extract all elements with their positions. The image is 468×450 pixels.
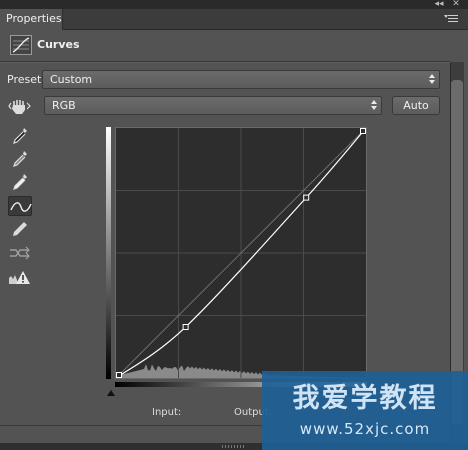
curve-control-point[interactable] [360,128,366,134]
curves-adjustment-icon [10,35,32,55]
preset-label: Preset: [7,73,46,86]
curves-graph[interactable] [115,127,367,379]
curves-svg [116,128,366,378]
edit-points-curve-icon [10,202,32,212]
sample-black-point-eyedropper-icon [13,128,27,144]
dropdown-arrows-icon [371,100,378,111]
panel-menu-icon[interactable] [444,13,460,25]
watermark-url: www.52xjc.com [299,420,431,438]
on-image-adjust-tool[interactable] [8,97,32,117]
panel-top-strip [0,0,468,9]
output-gradient-bar [106,127,111,379]
tab-properties-label: Properties [6,12,62,25]
dropdown-arrows-icon [429,74,436,85]
sample-gray-point-eyedropper-icon [13,151,27,167]
edit-points-tool[interactable] [8,196,32,216]
panel-title: Curves [37,38,80,51]
tab-properties[interactable]: Properties [0,9,63,30]
channel-value: RGB [52,99,76,112]
channel-dropdown[interactable]: RGB [44,96,382,115]
gray-point-eyedropper[interactable] [8,149,32,169]
input-label: Input: [152,407,182,418]
on-image-adjust-icon [8,100,31,114]
curve-control-point[interactable] [116,372,122,378]
curve-control-point[interactable] [182,324,189,331]
preset-value: Custom [50,73,93,86]
preset-dropdown[interactable]: Custom [42,70,440,89]
watermark-title: 我爱学教程 [292,383,438,414]
smooth-curve-tool[interactable] [8,243,32,263]
smooth-curve-icon [10,246,30,260]
auto-button[interactable]: Auto [392,96,440,115]
close-panel-icon[interactable]: ✕ [450,0,462,9]
sample-white-point-eyedropper-icon [13,174,27,190]
draw-curve-tool[interactable] [8,219,32,239]
black-point-slider[interactable] [107,390,115,396]
curve-control-point[interactable] [303,194,310,201]
draw-curve-pencil-icon [13,222,27,236]
header-divider [0,61,450,63]
panel-tab-bar [0,9,468,30]
resize-grip[interactable] [222,445,246,448]
black-point-eyedropper[interactable] [8,126,32,146]
white-point-eyedropper[interactable] [8,172,32,192]
collapse-panel-icon[interactable]: ◂◂ [432,0,446,9]
clipping-warning-icon [9,271,30,284]
clipping-warning-tool[interactable] [8,268,32,288]
